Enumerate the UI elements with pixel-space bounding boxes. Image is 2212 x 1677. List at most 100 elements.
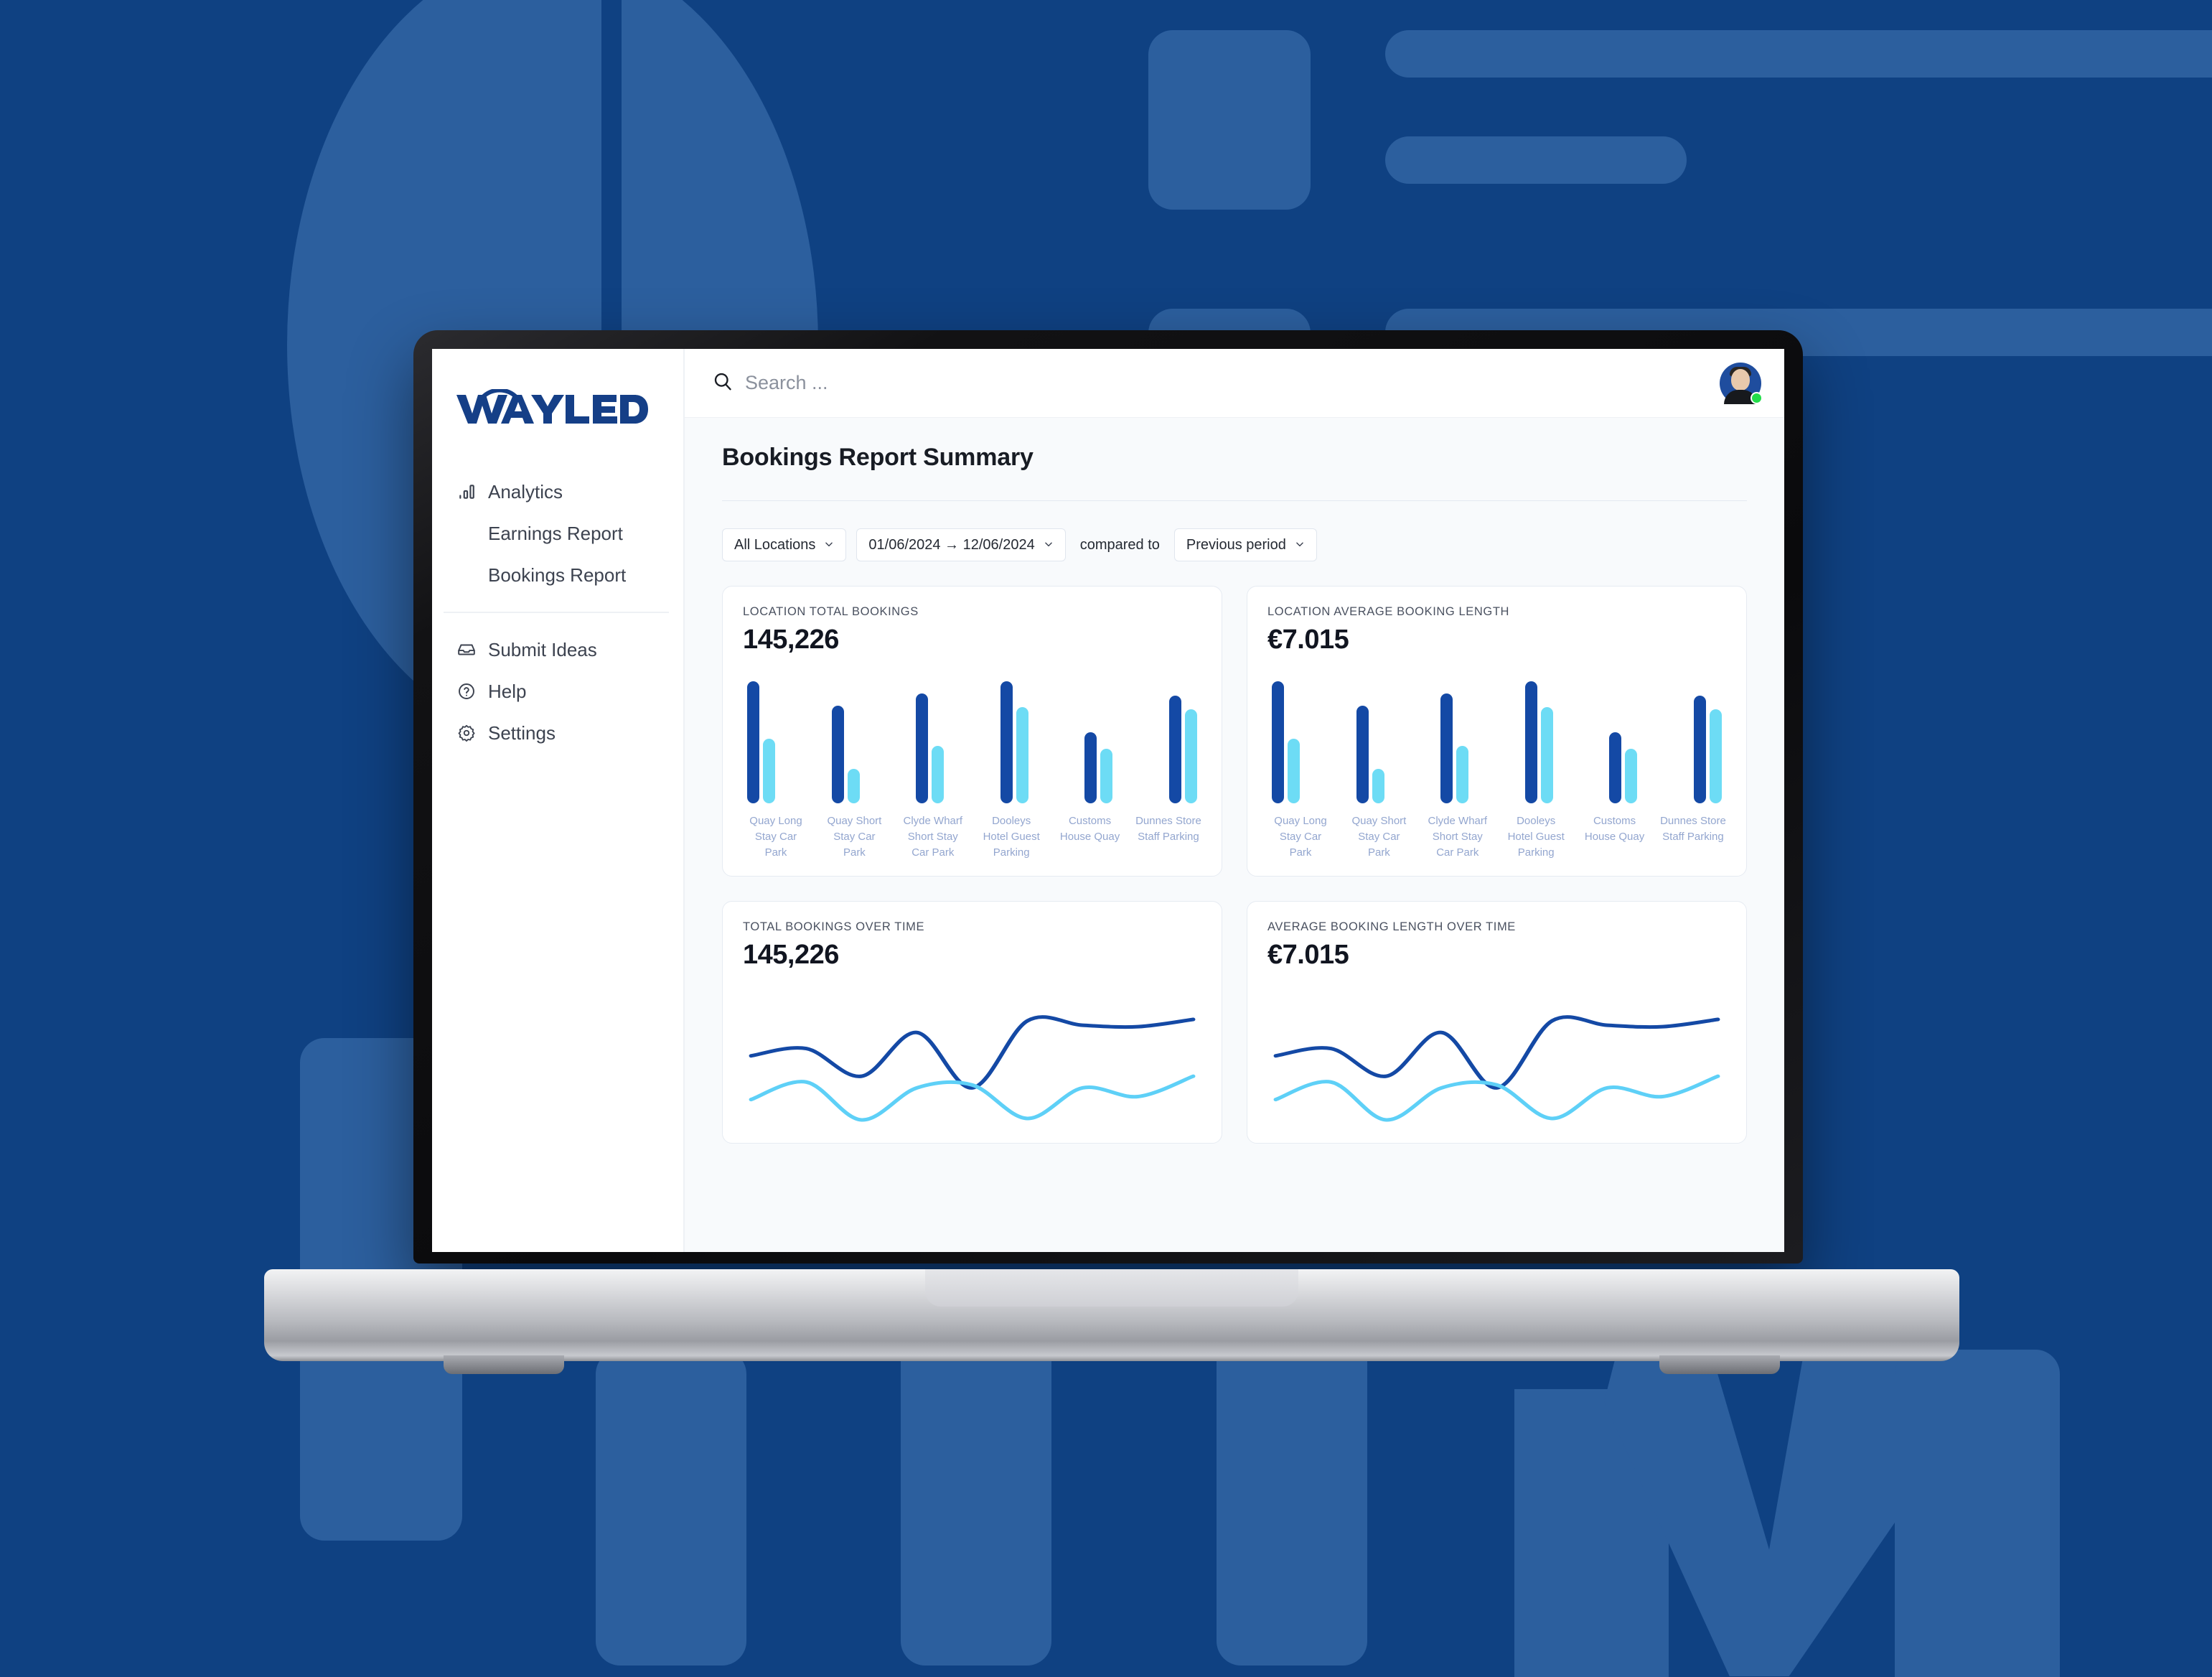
bar <box>1540 706 1553 803</box>
bar <box>1693 696 1706 803</box>
search-input[interactable] <box>745 372 1046 394</box>
bar <box>1356 706 1369 803</box>
bar-group <box>1084 681 1113 803</box>
wayleadr-logo[interactable] <box>432 389 683 426</box>
bar <box>1609 732 1622 803</box>
card-value: 145,226 <box>743 940 839 971</box>
sidebar-item-help[interactable]: Help <box>451 671 683 712</box>
bar <box>763 738 775 803</box>
bar-group <box>831 681 860 803</box>
bar-category-label: Dooleys Hotel Guest Parking <box>983 815 1040 859</box>
card-label: AVERAGE BOOKING LENGTH OVER TIME <box>1267 920 1516 934</box>
bar <box>1272 681 1284 803</box>
card-label: LOCATION AVERAGE BOOKING LENGTH <box>1267 605 1510 618</box>
bar-group <box>1693 681 1722 803</box>
bar-group <box>747 681 775 803</box>
page-content: Bookings Report Summary All Locations 01… <box>685 418 1784 1252</box>
bar-group <box>1272 681 1300 803</box>
topbar <box>685 349 1784 418</box>
card-value: €7.015 <box>1267 625 1349 655</box>
avatar[interactable] <box>1720 362 1763 404</box>
comparison-period-dropdown[interactable]: Previous period <box>1173 528 1317 561</box>
bar <box>1100 748 1113 803</box>
laptop-lid: Analytics Earnings Report Bookings Repor… <box>413 330 1803 1263</box>
bar-chart-category-labels: Quay Long Stay Car Park Quay Short Stay C… <box>743 813 1201 860</box>
line-chart-total-bookings-over-time <box>743 1012 1201 1127</box>
sidebar-item-bookings-report[interactable]: Bookings Report <box>451 554 683 596</box>
card-average-booking-length-over-time: AVERAGE BOOKING LENGTH OVER TIME €7.015 <box>1247 901 1747 1144</box>
sidebar-item-settings[interactable]: Settings <box>451 712 683 754</box>
card-location-total-bookings: LOCATION TOTAL BOOKINGS 145,226 Quay Lon… <box>722 586 1222 877</box>
page-title: Bookings Report Summary <box>722 444 1034 471</box>
line-series <box>749 1015 1196 1090</box>
search-bar[interactable] <box>712 370 1720 396</box>
laptop-foot-left <box>444 1355 564 1374</box>
line-series <box>1273 1015 1720 1090</box>
laptop-screen: Analytics Earnings Report Bookings Repor… <box>432 349 1784 1252</box>
inbox-icon <box>456 640 477 660</box>
sidebar-item-analytics[interactable]: Analytics <box>451 471 683 513</box>
chevron-down-icon <box>1044 537 1054 553</box>
sidebar-divider <box>444 612 669 613</box>
bar <box>1456 746 1469 803</box>
bar <box>1709 709 1722 803</box>
sidebar-item-label: Submit Ideas <box>488 638 597 660</box>
bar <box>1625 748 1638 803</box>
laptop-base <box>264 1269 1959 1374</box>
chevron-down-icon <box>1295 537 1305 553</box>
line-series <box>1273 1074 1720 1122</box>
card-label: TOTAL BOOKINGS OVER TIME <box>743 920 925 934</box>
bar <box>1016 706 1028 803</box>
bar-chart-location-total-bookings <box>743 681 1201 803</box>
gear-icon <box>456 723 477 743</box>
sidebar-item-label: Earnings Report <box>488 522 623 544</box>
bar-category-label: Quay Short Stay Car Park <box>827 815 882 859</box>
bar-category-label: Dunnes Store Staff Parking <box>1135 815 1201 843</box>
bar <box>1184 709 1197 803</box>
filter-bar: All Locations 01/06/2024 → 12/06/2024 co… <box>722 528 1747 561</box>
sidebar-nav-primary: Analytics Earnings Report Bookings Repor… <box>432 471 683 596</box>
sidebar-item-label: Analytics <box>488 480 563 503</box>
bar-category-label: Customs House Quay <box>1584 815 1645 843</box>
bar-group <box>1168 681 1197 803</box>
sidebar-nav-secondary: Submit Ideas Help Settings <box>432 629 683 754</box>
bar <box>831 706 844 803</box>
line-series <box>749 1074 1196 1122</box>
bar <box>1440 693 1453 803</box>
compared-to-label: compared to <box>1079 536 1160 553</box>
bar-group <box>1000 681 1028 803</box>
comparison-period-value: Previous period <box>1186 536 1286 553</box>
cards-row-1: LOCATION TOTAL BOOKINGS 145,226 Quay Lon… <box>722 586 1747 877</box>
line-chart-average-booking-length-over-time <box>1267 1012 1726 1127</box>
date-range-value: 01/06/2024 → 12/06/2024 <box>868 536 1035 553</box>
search-icon <box>712 370 734 396</box>
status-badge-online <box>1751 391 1763 404</box>
main-area: Bookings Report Summary All Locations 01… <box>685 349 1784 1252</box>
sidebar: Analytics Earnings Report Bookings Repor… <box>432 349 685 1252</box>
card-value: €7.015 <box>1267 940 1349 971</box>
cards-row-2: TOTAL BOOKINGS OVER TIME 145,226 AVERAGE… <box>722 901 1747 1144</box>
bar <box>1524 681 1537 803</box>
bar <box>1168 696 1181 803</box>
laptop-foot-right <box>1659 1355 1780 1374</box>
sidebar-item-label: Settings <box>488 721 556 744</box>
laptop-base-body <box>264 1269 1959 1361</box>
bar <box>1288 738 1300 803</box>
title-divider <box>722 500 1747 501</box>
card-label: LOCATION TOTAL BOOKINGS <box>743 605 919 618</box>
bar-chart-location-average-booking-length <box>1267 681 1726 803</box>
bar <box>916 693 929 803</box>
sidebar-item-earnings-report[interactable]: Earnings Report <box>451 513 683 554</box>
bar <box>747 681 759 803</box>
bar <box>1000 681 1013 803</box>
bar-chart-category-labels: Quay Long Stay Car Park Quay Short Stay C… <box>1267 813 1726 860</box>
bar-category-label: Quay Long Stay Car Park <box>749 815 802 859</box>
sidebar-item-submit-ideas[interactable]: Submit Ideas <box>451 629 683 671</box>
location-filter-dropdown[interactable]: All Locations <box>722 528 847 561</box>
date-range-dropdown[interactable]: 01/06/2024 → 12/06/2024 <box>856 528 1066 561</box>
bar-category-label: Dooleys Hotel Guest Parking <box>1507 815 1565 859</box>
bar-category-label: Clyde Wharf Short Stay Car Park <box>1428 815 1488 859</box>
question-circle-icon <box>456 681 477 701</box>
bar-chart-icon <box>456 482 477 502</box>
bar-category-label: Customs House Quay <box>1059 815 1120 843</box>
